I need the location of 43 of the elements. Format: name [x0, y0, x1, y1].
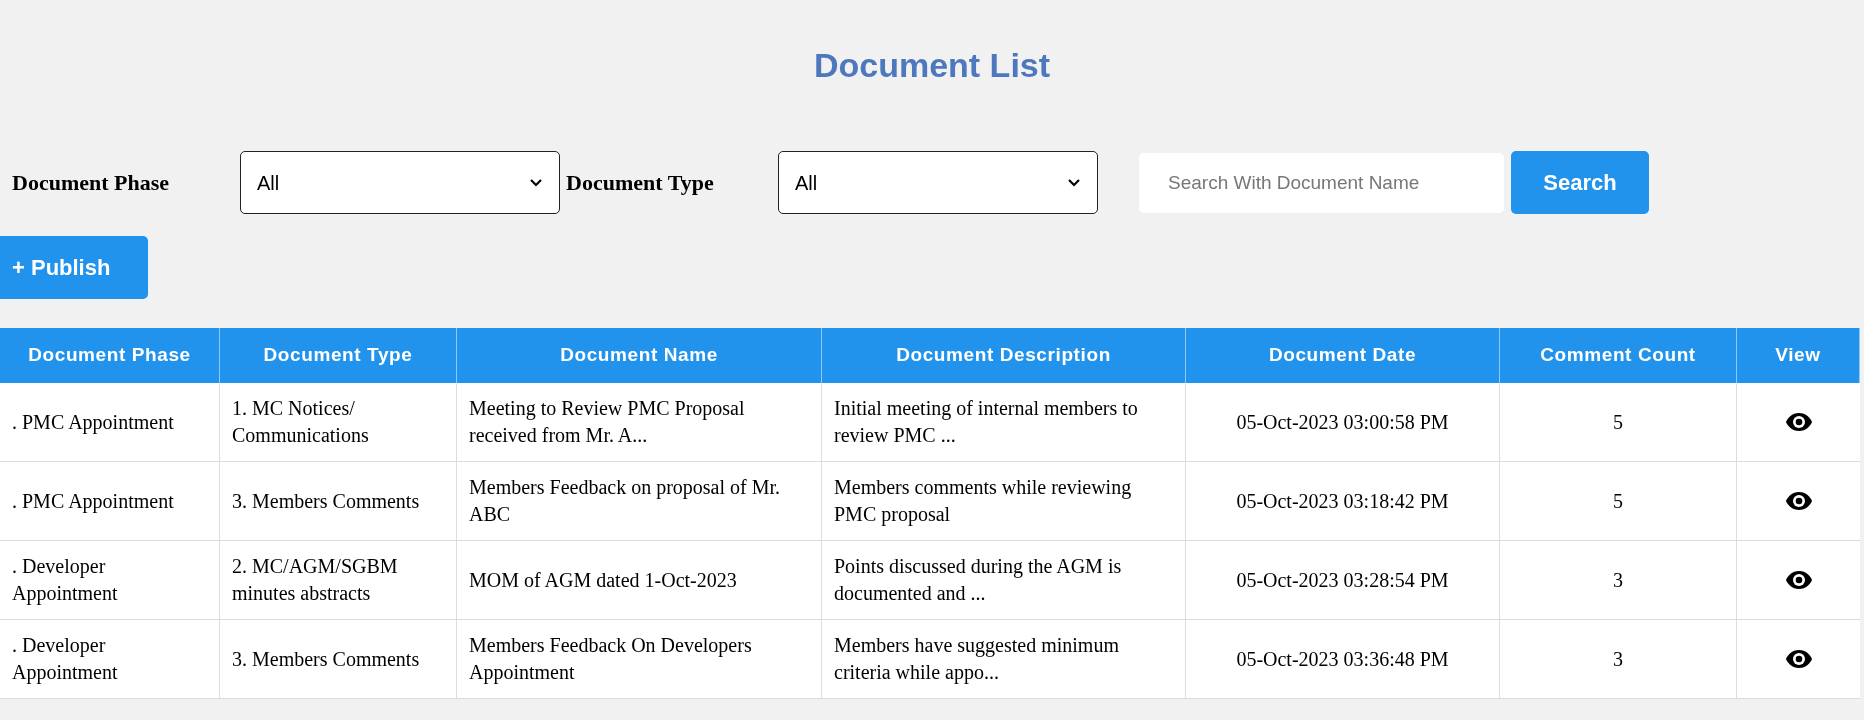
- column-header: Document Description: [896, 343, 1111, 368]
- column-header: View: [1775, 343, 1821, 368]
- table-cell-text: 5: [1613, 488, 1623, 514]
- column-header: Document Date: [1268, 343, 1417, 368]
- table-cell-text: Members Feedback on proposal of Mr. ABC: [469, 475, 782, 527]
- table-cell-text: Members Feedback On Developers Appointment: [469, 633, 753, 686]
- filter-label: Document Phase: [12, 169, 171, 197]
- column-header: Document Type: [263, 343, 413, 368]
- eye-icon[interactable]: [1784, 491, 1813, 511]
- table-cell-text: Points discussed during the AGM is documented and ...: [834, 554, 1123, 606]
- table-cell-text: 3. Members Comments: [232, 488, 420, 514]
- table-cell-text: 3: [1613, 646, 1623, 672]
- dropdown-select[interactable]: All: [778, 151, 1098, 214]
- eye-icon[interactable]: [1784, 570, 1813, 590]
- table-cell-text: 3: [1613, 567, 1623, 593]
- table-cell-text: Meeting to Review PMC Proposal received from Mr. A...: [469, 396, 746, 448]
- table-cell-text: Initial meeting of internal members to review PMC ...: [834, 396, 1139, 448]
- eye-icon[interactable]: [1784, 649, 1813, 669]
- table-cell-text: 05-Oct-2023 03:00:58 PM: [1236, 409, 1449, 435]
- chevron-down-icon: [1067, 177, 1081, 188]
- column-header: Document Phase: [28, 343, 191, 368]
- table-cell-text: . PMC Appointment: [12, 488, 174, 515]
- page-title: Document List: [813, 45, 1051, 86]
- column-header: Document Name: [560, 343, 718, 368]
- table-cell-text: . PMC Appointment: [12, 409, 174, 436]
- column-header: Comment Count: [1540, 343, 1696, 368]
- table-cell-text: 05-Oct-2023 03:36:48 PM: [1236, 646, 1449, 672]
- dropdown-select[interactable]: All: [240, 151, 560, 214]
- table-cell-text: Members comments while reviewing PMC proposal: [834, 475, 1133, 528]
- table-cell-text: 05-Oct-2023 03:18:42 PM: [1236, 488, 1449, 514]
- search-field[interactable]: Search With Document Name: [1139, 152, 1504, 213]
- chevron-down-icon: [529, 177, 543, 188]
- table-cell-text: . Developer Appointment: [12, 554, 119, 607]
- filter-label: Document Type: [565, 169, 715, 197]
- table-cell-text: . Developer Appointment: [12, 633, 119, 686]
- table-cell-text: Members have suggested minimum criteria while appo...: [834, 633, 1120, 686]
- table-cell-text: 1. MC Notices/ Communications: [232, 396, 370, 448]
- eye-icon[interactable]: [1784, 412, 1813, 432]
- table-cell-text: 5: [1613, 409, 1623, 435]
- table-cell-text: 3. Members Comments: [232, 646, 420, 672]
- table-cell-text: MOM of AGM dated 1-Oct-2023: [469, 567, 737, 593]
- table-cell-text: 2. MC/AGM/SGBM minutes abstracts: [232, 554, 399, 606]
- table-cell-text: 05-Oct-2023 03:28:54 PM: [1236, 567, 1449, 593]
